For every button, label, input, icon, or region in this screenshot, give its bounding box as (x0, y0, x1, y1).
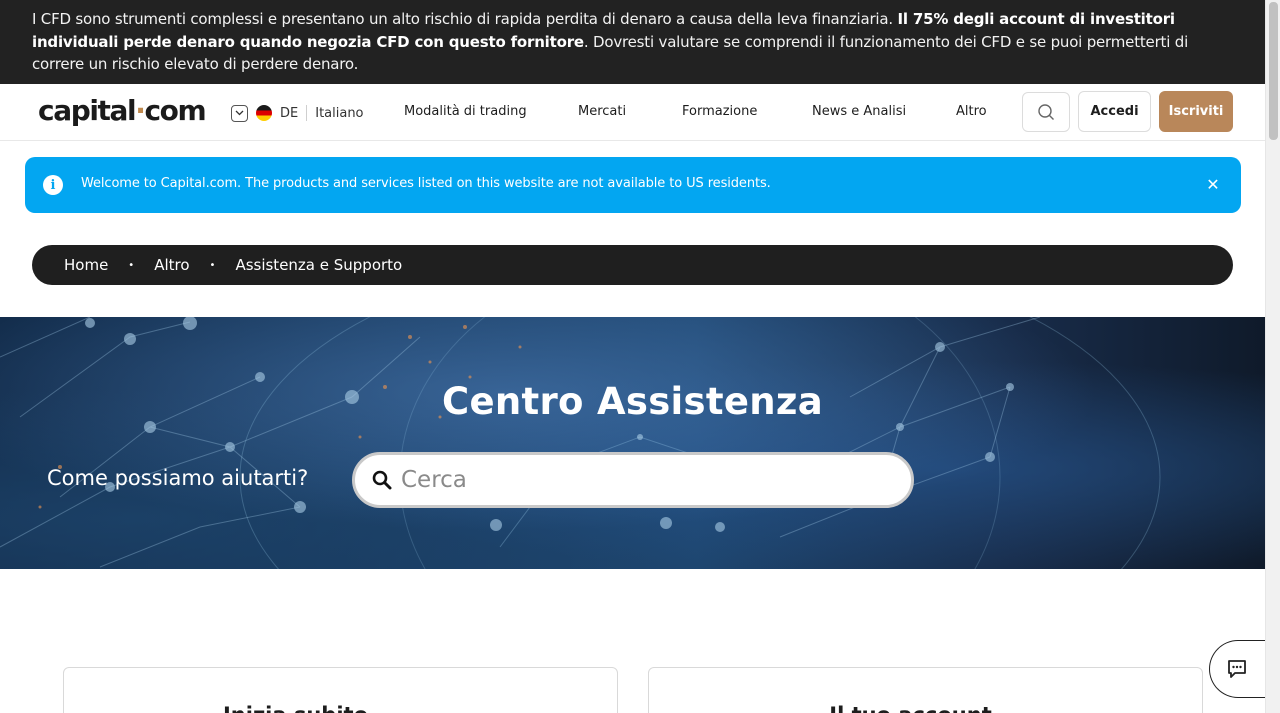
breadcrumb: Home • Altro • Assistenza e Supporto (32, 245, 1233, 285)
language-name: Italiano (315, 105, 364, 121)
page-scrollbar[interactable] (1265, 0, 1280, 713)
divider (306, 105, 308, 121)
nav-trading-modes[interactable]: Modalità di trading (404, 104, 527, 119)
alert-message: Welcome to Capital.com. The products and… (81, 176, 771, 191)
site-header: capital·com DE Italiano Modalità di trad… (0, 84, 1265, 141)
signup-button[interactable]: Iscriviti (1159, 91, 1233, 132)
region-code: DE (280, 105, 299, 121)
page-title: Centro Assistenza (442, 380, 823, 423)
logo-text: capital (38, 94, 137, 127)
search-prompt: Come possiamo aiutarti? (47, 466, 309, 490)
nav-more[interactable]: Altro (956, 104, 987, 119)
info-icon: i (43, 175, 63, 195)
card-your-account[interactable]: Il tuo account (648, 667, 1203, 713)
card-title: Inizia subito (64, 703, 617, 713)
nav-markets[interactable]: Mercati (578, 104, 626, 119)
nav-education[interactable]: Formazione (682, 104, 757, 119)
breadcrumb-separator: • (209, 259, 216, 271)
network-background-image (0, 317, 1161, 569)
logo-tld: com (144, 94, 206, 127)
risk-warning-banner: I CFD sono strumenti complessi e present… (0, 0, 1265, 84)
language-selector[interactable]: DE Italiano (231, 103, 364, 123)
help-search-box[interactable] (352, 452, 914, 508)
help-search-input[interactable] (401, 467, 881, 493)
card-get-started[interactable]: Inizia subito (63, 667, 618, 713)
search-icon (372, 470, 392, 490)
breadcrumb-more[interactable]: Altro (154, 256, 189, 274)
search-icon (1038, 104, 1054, 120)
chevron-down-icon (231, 104, 248, 122)
login-button[interactable]: Accedi (1078, 91, 1151, 132)
chat-bubble-icon (1227, 660, 1246, 678)
help-center-hero: Centro Assistenza Come possiamo aiutarti… (0, 317, 1265, 569)
nav-news-analysis[interactable]: News e Analisi (812, 104, 906, 119)
risk-warning-text: I CFD sono strumenti complessi e present… (32, 10, 898, 28)
germany-flag-icon (256, 105, 272, 121)
us-residents-alert: i Welcome to Capital.com. The products a… (25, 157, 1241, 213)
breadcrumb-separator: • (128, 259, 135, 271)
close-icon[interactable]: ✕ (1205, 174, 1221, 194)
breadcrumb-home[interactable]: Home (64, 256, 108, 274)
capital-logo[interactable]: capital·com (38, 94, 207, 127)
card-title: Il tuo account (649, 703, 1202, 713)
scrollbar-thumb[interactable] (1269, 2, 1278, 140)
header-search-button[interactable] (1022, 92, 1070, 132)
breadcrumb-current: Assistenza e Supporto (235, 256, 403, 274)
chat-button[interactable] (1209, 640, 1269, 698)
